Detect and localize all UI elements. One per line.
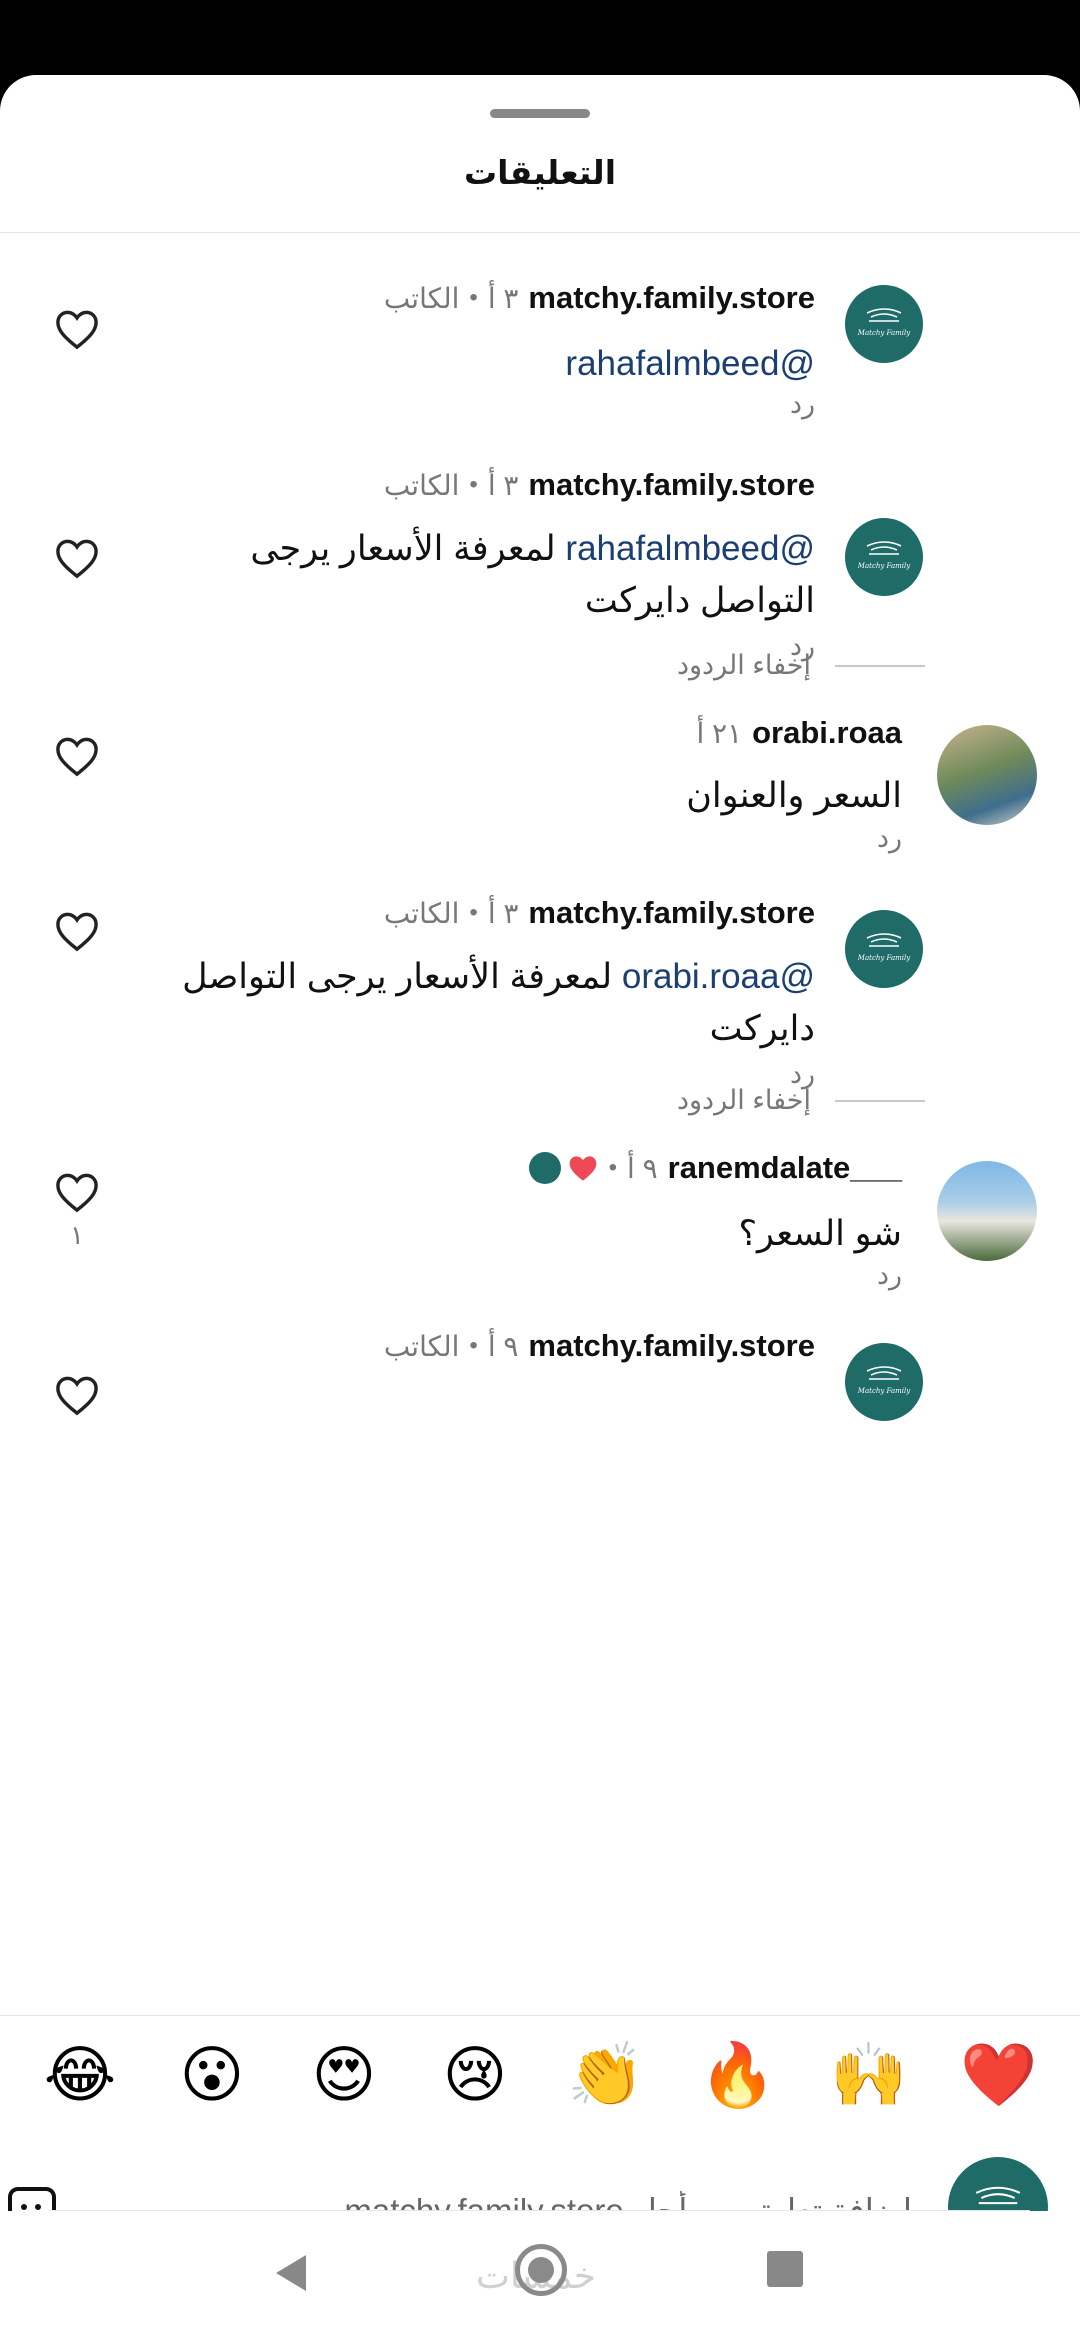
comment-meta: matchy.family.store ٣ أ • الكاتب: [384, 893, 815, 933]
comment-body: لمعرفة الأسعار يرجى: [250, 529, 566, 568]
comment-meta: matchy.family.store ٣ أ • الكاتب: [384, 278, 815, 318]
comment-meta: orabi.roaa ٢١ أ: [696, 713, 902, 753]
separator-dot: •: [469, 1332, 478, 1359]
sheet-title: التعليقات: [463, 154, 617, 191]
author-badge: الكاتب: [383, 1330, 460, 1362]
heart-icon[interactable]: [54, 308, 100, 350]
drag-handle[interactable]: [490, 109, 590, 118]
svg-text:Matchy Family: Matchy Family: [857, 329, 911, 337]
username[interactable]: matchy.family.store: [528, 467, 815, 503]
avatar[interactable]: Matchy Family: [845, 1343, 923, 1421]
comment-item: orabi.roaa ٢١ أ السعر والعنوان رد: [0, 713, 1080, 883]
comment-meta: ___ranemdalate ٩ أ •: [528, 1148, 902, 1188]
emoji-red-heart-button[interactable]: ❤️: [960, 2038, 1037, 2114]
status-bar: [0, 0, 1080, 75]
home-button[interactable]: [515, 2244, 567, 2296]
separator-dot: •: [469, 899, 478, 926]
comment-item: Matchy Family matchy.family.store ٩ أ • …: [0, 1326, 1080, 1446]
timestamp: ٩ أ: [487, 1330, 519, 1362]
author-liked-indicator: [528, 1152, 599, 1184]
username[interactable]: matchy.family.store: [528, 1328, 815, 1364]
comment-body-line2: دايركت: [709, 1009, 815, 1048]
author-mini-avatar: [528, 1152, 561, 1184]
username[interactable]: orabi.roaa: [752, 715, 902, 751]
mention-link[interactable]: @rahafalmbeed: [565, 529, 815, 568]
separator-dot: •: [608, 1154, 618, 1181]
emoji-crying-button[interactable]: 😢: [437, 2038, 513, 2114]
comment-body-line2: التواصل دايركت: [584, 581, 815, 620]
separator-dot: •: [469, 284, 478, 311]
svg-text:Matchy Family: Matchy Family: [857, 562, 911, 570]
comment-text: @rahafalmbeed: [565, 338, 815, 390]
emoji-heart-eyes-button[interactable]: 😍: [306, 2038, 382, 2114]
author-badge: الكاتب: [383, 469, 460, 501]
reply-button[interactable]: رد: [877, 1260, 902, 1291]
comment-item: Matchy Family matchy.family.store ٣ أ • …: [0, 233, 1080, 419]
reply-button[interactable]: رد: [877, 823, 902, 854]
author-badge: الكاتب: [383, 897, 460, 929]
emoji-laugh-button[interactable]: 😂: [42, 2038, 118, 2114]
avatar[interactable]: [937, 1161, 1037, 1261]
divider: [835, 1099, 925, 1102]
recents-button[interactable]: [767, 2251, 803, 2287]
heart-icon[interactable]: [54, 537, 100, 579]
timestamp: ٩ أ: [627, 1152, 658, 1184]
emoji-clap-button[interactable]: 👏: [567, 2038, 644, 2114]
avatar[interactable]: Matchy Family: [845, 285, 923, 363]
like-count: ١: [70, 1220, 84, 1250]
emoji-reaction-bar: 😂 😮 😍 😢 👏 🔥 🙌 ❤️: [0, 2015, 1080, 2126]
comments-sheet: التعليقات Matchy Family matchy.family.st…: [0, 75, 1080, 2340]
hide-replies-button[interactable]: إخفاء الردود: [677, 1085, 811, 1116]
emoji-surprised-button[interactable]: 😮: [174, 2038, 250, 2114]
system-nav-bar: خمسات: [0, 2211, 1080, 2340]
username[interactable]: matchy.family.store: [528, 895, 815, 931]
comment-item: ___ranemdalate ٩ أ • شو السعر؟ رد ١: [0, 1148, 1080, 1318]
heart-icon[interactable]: [54, 910, 100, 952]
svg-text:Matchy Family: Matchy Family: [857, 1387, 911, 1395]
comment-text: شو السعر؟: [738, 1214, 902, 1253]
separator-dot: •: [469, 471, 478, 498]
comments-list[interactable]: Matchy Family matchy.family.store ٣ أ • …: [0, 233, 1080, 2015]
red-heart-icon: [569, 1156, 596, 1181]
mention-link[interactable]: @orabi.roaa: [622, 957, 815, 996]
comment-body: لمعرفة الأسعار يرجى التواصل: [182, 957, 622, 996]
back-icon[interactable]: [270, 2251, 310, 2295]
hide-replies-row[interactable]: إخفاء الردود: [677, 650, 925, 681]
username[interactable]: ___ranemdalate: [668, 1150, 902, 1186]
author-badge: الكاتب: [383, 282, 460, 314]
reply-button[interactable]: رد: [790, 389, 815, 420]
username[interactable]: matchy.family.store: [528, 280, 815, 316]
heart-icon[interactable]: [54, 1171, 100, 1213]
avatar[interactable]: [937, 725, 1037, 825]
hide-replies-button[interactable]: إخفاء الردود: [677, 650, 811, 681]
timestamp: ٣ أ: [487, 469, 519, 501]
hide-replies-row[interactable]: إخفاء الردود: [677, 1085, 925, 1116]
avatar[interactable]: Matchy Family: [845, 518, 923, 596]
comment-text: @orabi.roaa لمعرفة الأسعار يرجى التواصل …: [55, 951, 815, 1055]
comment-meta: matchy.family.store ٩ أ • الكاتب: [384, 1326, 815, 1366]
divider: [835, 664, 925, 667]
timestamp: ٢١ أ: [696, 717, 743, 749]
mention-link[interactable]: @rahafalmbeed: [565, 344, 815, 383]
comment-meta: matchy.family.store ٣ أ • الكاتب: [384, 465, 815, 505]
emoji-raised-hands-button[interactable]: 🙌: [830, 2038, 907, 2114]
comment-text: السعر والعنوان: [686, 776, 902, 815]
comment-text: @rahafalmbeed لمعرفة الأسعار يرجى التواص…: [95, 523, 815, 627]
timestamp: ٣ أ: [487, 282, 519, 314]
svg-text:Matchy Family: Matchy Family: [857, 954, 911, 962]
heart-icon[interactable]: [54, 735, 100, 777]
avatar[interactable]: Matchy Family: [845, 910, 923, 988]
heart-icon[interactable]: [54, 1374, 100, 1416]
emoji-fire-button[interactable]: 🔥: [699, 2038, 776, 2114]
timestamp: ٣ أ: [487, 897, 519, 929]
